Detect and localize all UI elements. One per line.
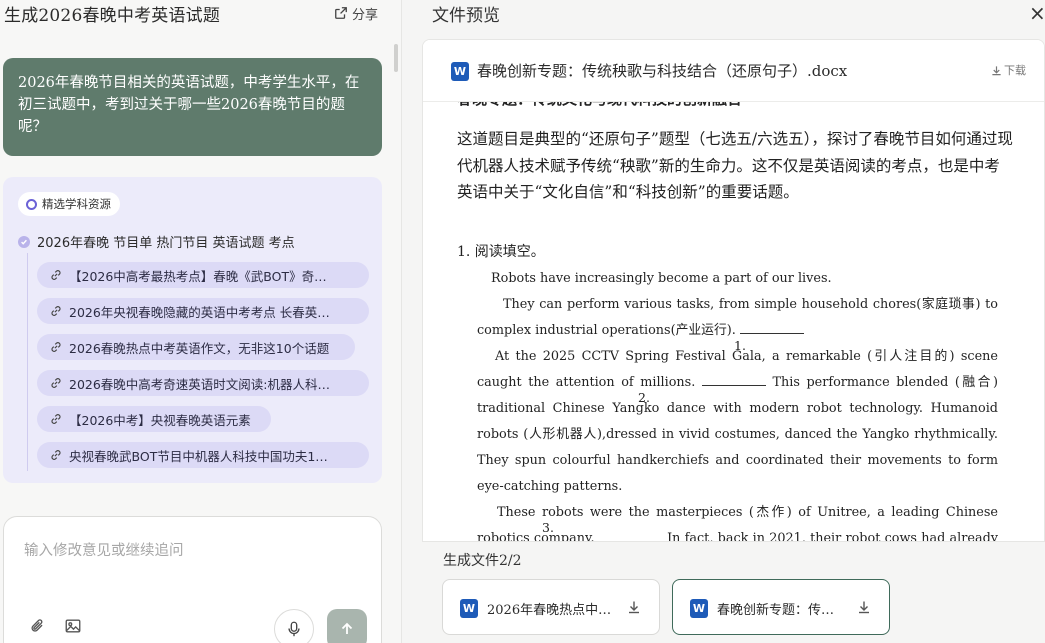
chat-header: 生成2026春晚中考英语试题 分享 (4, 0, 396, 26)
link-icon (51, 450, 61, 460)
question-label: 1. 阅读填空。 (457, 244, 545, 260)
blank-number: 3. (542, 520, 554, 535)
download-icon[interactable] (626, 599, 642, 615)
resource-link-label: 【2026中考】央视春晚英语元素 (69, 412, 251, 428)
app-window: 生成2026春晚中考英语试题 分享 2026年春晚节目相关的英语试题，中考学生水… (0, 0, 1045, 643)
chat-panel: 生成2026春晚中考英语试题 分享 2026年春晚节目相关的英语试题，中考学生水… (0, 0, 402, 643)
passage-paragraph: At the 2025 CCTV Spring Festival Gala, a… (477, 349, 998, 494)
arrow-up-icon (341, 622, 353, 634)
blank-number: 2. (638, 390, 650, 405)
generated-file-name: 春晚创新专题：传统秧歌与科技结合（还原句子）.docx (717, 603, 847, 618)
send-button[interactable] (327, 609, 367, 643)
passage-paragraph: Robots have increasingly become a part o… (491, 271, 832, 286)
chat-input[interactable] (24, 539, 354, 579)
generated-file-card-active[interactable]: W 春晚创新专题：传统秧歌与科技结合（还原句子）.docx (672, 579, 890, 635)
blank-number: 1. (734, 338, 746, 353)
image-upload-button[interactable] (62, 615, 84, 637)
answer-blank[interactable] (701, 372, 766, 386)
search-query: 2026年春晚 节目单 热门节目 英语试题 考点 (18, 232, 295, 251)
tree-line (27, 253, 28, 471)
document-intro: 这道题目是典型的“还原句子”题型（七选五/六选五），探讨了春晚节目如何通过现代机… (457, 130, 1013, 201)
chat-input-box (3, 516, 382, 643)
microphone-icon (288, 621, 300, 637)
close-icon[interactable]: × (1029, 2, 1045, 24)
resource-link-label: 2026年央视春晚隐藏的英语中考考点 长春英… (69, 304, 330, 320)
chat-title: 生成2026春晚中考英语试题 (4, 5, 221, 26)
answer-blank[interactable] (739, 320, 804, 334)
resource-card: 精选学科资源 2026年春晚 节目单 热门节目 英语试题 考点 【2026中高考… (3, 177, 382, 483)
generated-file-card[interactable]: W 2026年春晚热点中考英语试题.docx (442, 579, 660, 635)
generated-files-label: 生成文件2/2 (443, 553, 522, 569)
word-file-icon: W (460, 599, 478, 618)
link-icon (51, 306, 61, 316)
preview-title: 文件预览 (432, 5, 500, 26)
resource-link[interactable]: 央视春晚武BOT节目中机器人科技中国功夫1… (37, 442, 369, 468)
link-icon (51, 378, 61, 388)
passage-paragraph: These robots were the masterpieces (杰作) … (477, 505, 998, 542)
preview-panel: 文件预览 × W 春晚创新专题：传统秧歌与科技结合（还原句子）.docx 下载 … (403, 0, 1045, 643)
word-file-icon: W (451, 62, 469, 81)
download-label: 下载 (1004, 64, 1026, 77)
paperclip-icon (31, 619, 43, 632)
attach-button[interactable] (27, 615, 49, 637)
download-icon[interactable] (856, 599, 872, 615)
resource-link-label: 2026春晚热点中考英语作文，无非这10个话题 (69, 340, 330, 356)
document-preview: W 春晚创新专题：传统秧歌与科技结合（还原句子）.docx 下载 春晚专题：传统… (422, 39, 1045, 542)
resource-link[interactable]: 【2026中考】央视春晚英语元素 (37, 406, 271, 432)
resource-link[interactable]: 【2026中高考最热考点】春晚《武BOT》奇… (37, 262, 369, 288)
link-icon (51, 414, 61, 424)
word-file-icon: W (690, 599, 708, 618)
download-icon (992, 65, 1001, 75)
download-button[interactable]: 下载 (991, 62, 1026, 78)
share-button[interactable]: 分享 (334, 4, 378, 23)
resource-link-label: 2026春晚中高考奇速英语时文阅读:机器人科… (69, 376, 331, 392)
resource-link[interactable]: 2026春晚中高考奇速英语时文阅读:机器人科… (37, 370, 369, 396)
resource-link[interactable]: 2026春晚热点中考英语作文，无非这10个话题 (37, 334, 355, 360)
resource-icon (26, 198, 37, 210)
share-icon (335, 7, 347, 19)
generated-file-name: 2026年春晚热点中考英语试题.docx (487, 603, 617, 618)
document-file-name: 春晚创新专题：传统秧歌与科技结合（还原句子）.docx (477, 62, 848, 80)
link-icon (51, 270, 61, 280)
voice-input-button[interactable] (274, 609, 314, 643)
resource-chip: 精选学科资源 (18, 192, 120, 216)
resource-link-label: 【2026中高考最热考点】春晚《武BOT》奇… (69, 268, 327, 284)
document-header: W 春晚创新专题：传统秧歌与科技结合（还原句子）.docx 下载 (423, 40, 1044, 102)
resource-link[interactable]: 2026年央视春晚隐藏的英语中考考点 长春英… (37, 298, 369, 324)
chat-scrollbar[interactable] (394, 44, 398, 72)
search-query-text: 2026年春晚 节目单 热门节目 英语试题 考点 (37, 236, 295, 251)
answer-blank[interactable] (599, 528, 663, 541)
check-icon (18, 235, 30, 248)
share-label: 分享 (351, 7, 378, 23)
reading-passage: Robots have increasingly become a part o… (477, 266, 998, 542)
passage-paragraph: They can perform various tasks, from sim… (477, 297, 998, 338)
link-icon (51, 342, 61, 352)
user-message-bubble: 2026年春晚节目相关的英语试题，中考学生水平，在初三试题中，考到过关于哪一些2… (3, 58, 382, 156)
resource-chip-label: 精选学科资源 (42, 197, 111, 211)
image-icon (65, 619, 81, 633)
resource-link-label: 央视春晚武BOT节目中机器人科技中国功夫1… (69, 448, 328, 464)
